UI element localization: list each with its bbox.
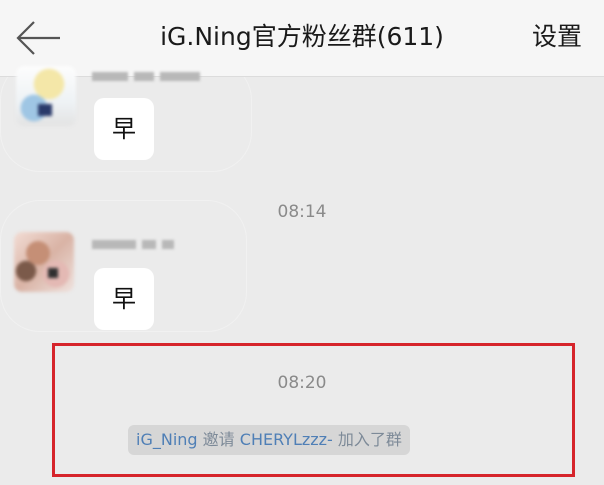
- chat-title: iG.Ning官方粉丝群(611): [160, 22, 444, 51]
- invite-verb: 邀请: [202, 430, 235, 449]
- settings-button[interactable]: 设置: [532, 20, 582, 54]
- sender-name-redacted: [92, 72, 200, 81]
- avatar[interactable]: [16, 66, 76, 126]
- message-bubble[interactable]: 早: [94, 98, 154, 160]
- sender-name-redacted: [92, 240, 174, 249]
- highlight-annotation: [52, 343, 575, 477]
- system-notice: iG_Ning 邀请 CHERYLzzz- 加入了群: [128, 425, 410, 455]
- chat-header: iG.Ning官方粉丝群(611) 设置: [0, 0, 604, 77]
- chat-window: iG.Ning官方粉丝群(611) 设置 早 08:14 早 08:20 iG_…: [0, 0, 604, 485]
- message-bubble[interactable]: 早: [94, 268, 154, 330]
- join-text: 加入了群: [337, 430, 402, 449]
- invitee-link[interactable]: CHERYLzzz-: [240, 430, 333, 449]
- timestamp: 08:14: [277, 202, 327, 222]
- timestamp: 08:20: [277, 373, 327, 393]
- avatar[interactable]: [14, 232, 74, 292]
- inviter-link[interactable]: iG_Ning: [136, 430, 198, 449]
